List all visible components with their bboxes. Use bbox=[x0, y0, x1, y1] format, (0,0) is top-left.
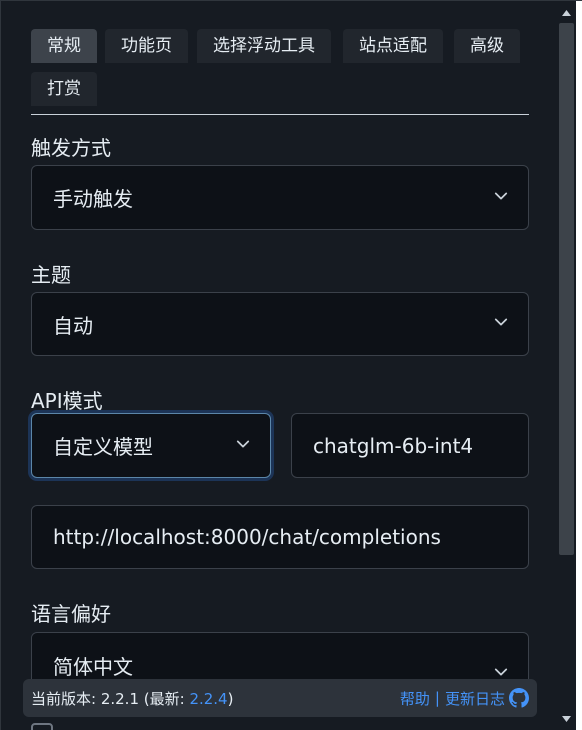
window-edge bbox=[576, 1, 582, 730]
trigger-mode-value: 手动触发 bbox=[53, 187, 133, 211]
chevron-down-icon bbox=[494, 192, 508, 199]
help-link[interactable]: 帮助 bbox=[400, 688, 430, 709]
theme-select[interactable]: 自动 bbox=[31, 292, 529, 356]
tab-donate[interactable]: 打赏 bbox=[31, 72, 97, 106]
custom-model-endpoint-value: http://localhost:8000/chat/completions bbox=[53, 525, 441, 549]
trigger-mode-label: 触发方式 bbox=[31, 136, 111, 160]
scrollbar[interactable] bbox=[557, 1, 576, 730]
chevron-down-icon bbox=[236, 440, 250, 447]
footer-separator: | bbox=[434, 689, 440, 707]
scroll-up-arrow-icon[interactable] bbox=[557, 5, 576, 21]
latest-version-link[interactable]: 2.2.4 bbox=[189, 690, 227, 708]
api-mode-select[interactable]: 自定义模型 bbox=[31, 413, 271, 478]
tab-divider bbox=[31, 114, 529, 115]
custom-model-name-value: chatglm-6b-int4 bbox=[313, 433, 474, 458]
tab-general[interactable]: 常规 bbox=[31, 29, 97, 63]
theme-label: 主题 bbox=[31, 263, 71, 287]
trigger-mode-select[interactable]: 手动触发 bbox=[31, 165, 529, 230]
tab-feature-pages[interactable]: 功能页 bbox=[105, 29, 188, 63]
tab-site-adaptation[interactable]: 站点适配 bbox=[343, 29, 443, 63]
chevron-down-icon bbox=[494, 318, 508, 326]
tab-selection-tools[interactable]: 选择浮动工具 bbox=[197, 29, 331, 63]
custom-model-endpoint-input[interactable]: http://localhost:8000/chat/completions bbox=[31, 505, 529, 569]
language-value: 简体中文 bbox=[53, 655, 133, 679]
language-label: 语言偏好 bbox=[31, 602, 111, 626]
version-info: 当前版本: 2.2.1 (最新: 2.2.4) bbox=[31, 689, 234, 708]
scroll-down-arrow-icon[interactable] bbox=[557, 711, 576, 727]
custom-model-name-input[interactable]: chatglm-6b-int4 bbox=[291, 413, 529, 478]
changelog-link[interactable]: 更新日志 bbox=[445, 688, 505, 709]
tab-advanced[interactable]: 高级 bbox=[454, 29, 520, 63]
api-mode-label: API模式 bbox=[31, 389, 103, 413]
api-mode-value: 自定义模型 bbox=[53, 435, 153, 459]
version-footer: 当前版本: 2.2.1 (最新: 2.2.4) 帮助 | 更新日志 bbox=[23, 679, 537, 717]
chevron-down-icon bbox=[494, 668, 508, 676]
scrollbar-thumb[interactable] bbox=[559, 23, 574, 555]
settings-window: 常规 功能页 选择浮动工具 站点适配 高级 打赏 触发方式 手动触发 主题 自动… bbox=[0, 0, 582, 730]
next-option-checkbox[interactable] bbox=[31, 723, 53, 730]
theme-value: 自动 bbox=[53, 313, 93, 338]
github-icon[interactable] bbox=[509, 688, 529, 708]
